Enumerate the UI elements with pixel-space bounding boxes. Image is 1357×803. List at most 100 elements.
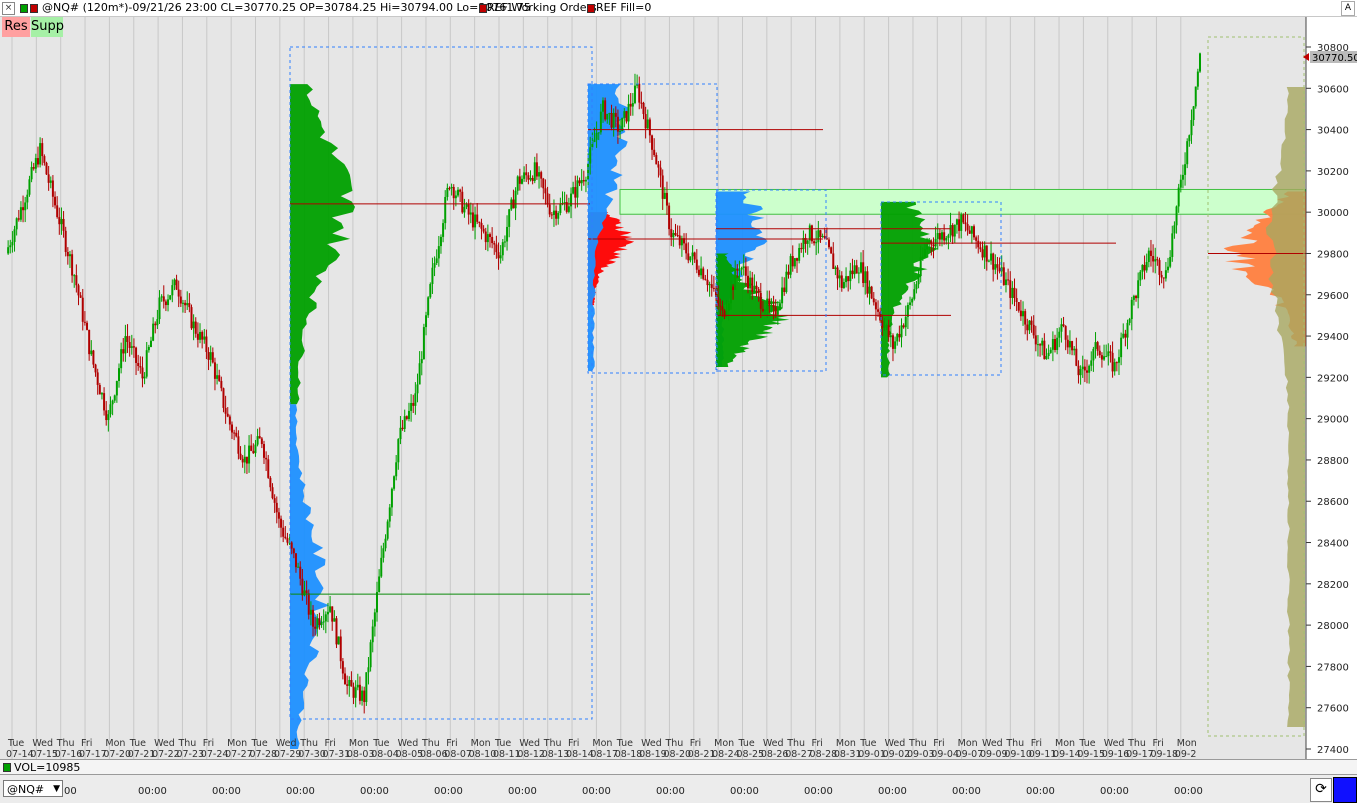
- candle-body: [1028, 320, 1031, 331]
- candle-body: [158, 297, 161, 320]
- x-day-label: Fri: [81, 738, 92, 749]
- candle-body: [527, 175, 530, 180]
- time-label: 00: [64, 786, 77, 797]
- candle-body: [1039, 344, 1042, 346]
- candle-body: [629, 103, 632, 107]
- candle-body: [766, 298, 769, 311]
- candle-body: [582, 180, 585, 182]
- candle-body: [373, 612, 376, 627]
- candle-body: [442, 223, 445, 237]
- time-label: 00:00: [434, 786, 463, 797]
- candle-body: [1071, 341, 1074, 351]
- resistance-button[interactable]: Res: [2, 17, 30, 37]
- candle-body: [753, 285, 756, 292]
- candle-body: [427, 297, 430, 316]
- candle-body: [179, 296, 182, 304]
- candle-body: [58, 217, 61, 225]
- candle-body: [738, 269, 741, 271]
- candle-body: [1011, 287, 1014, 298]
- x-day-label: Mon: [958, 738, 978, 749]
- candle-body: [224, 407, 227, 414]
- candle-body: [921, 256, 924, 258]
- refresh-icon[interactable]: ⟳: [1310, 778, 1332, 802]
- x-axis-labels: Tue Wed Thu Fri Mon Tue Wed Thu Fri Mon Tue Wed Thu F…: [6, 738, 1197, 759]
- candle-body: [917, 276, 920, 285]
- x-day-label: Thu: [786, 738, 805, 749]
- candle-body: [22, 207, 25, 211]
- candle-body: [32, 167, 35, 169]
- candle-body: [1169, 256, 1172, 267]
- candle-body: [740, 267, 743, 270]
- candle-body: [192, 321, 195, 329]
- candle-body: [322, 621, 325, 623]
- candle-body: [755, 285, 758, 290]
- candle-body: [1030, 320, 1033, 325]
- candle-body: [819, 230, 822, 237]
- chevron-down-icon[interactable]: ▼: [53, 781, 60, 798]
- candle-body: [514, 190, 517, 209]
- x-day-label: Tue: [129, 738, 146, 749]
- candle-body: [186, 303, 189, 306]
- candle-body: [904, 316, 907, 328]
- candle-body: [621, 117, 624, 131]
- candle-body: [107, 414, 110, 421]
- x-day-label: Fri: [203, 738, 214, 749]
- candle-body: [689, 256, 692, 261]
- candle-body: [34, 158, 37, 169]
- symbol-select[interactable]: @NQ# ▼: [3, 780, 63, 797]
- candle-body: [1103, 356, 1106, 360]
- candle-body: [211, 352, 214, 363]
- x-day-label: Fri: [933, 738, 944, 749]
- candle-body: [864, 271, 867, 284]
- candle-body: [1015, 298, 1018, 303]
- autoscale-button[interactable]: A: [1341, 1, 1355, 16]
- candle-body: [1149, 250, 1152, 257]
- candle-body: [1100, 355, 1103, 360]
- candle-body: [1036, 344, 1039, 346]
- candle-body: [815, 242, 818, 244]
- candle-body: [953, 224, 956, 237]
- candle-body: [614, 112, 617, 117]
- time-label: 00:00: [212, 786, 241, 797]
- y-tick-label: 28600: [1317, 497, 1349, 508]
- candle-body: [335, 618, 338, 645]
- y-tick-label: 27800: [1317, 662, 1349, 673]
- candle-body: [898, 333, 901, 338]
- candle-body: [529, 177, 532, 180]
- candle-body: [457, 189, 460, 196]
- candle-body: [657, 164, 660, 168]
- time-label: 00:00: [1174, 786, 1203, 797]
- close-icon[interactable]: ×: [2, 2, 15, 15]
- color-picker-button[interactable]: [1333, 777, 1357, 803]
- candle-body: [403, 416, 406, 429]
- candle-body: [280, 518, 283, 528]
- candle-body: [139, 366, 142, 368]
- x-day-label: Tue: [251, 738, 268, 749]
- candle-body: [911, 298, 914, 303]
- x-day-label: Mon: [714, 738, 734, 749]
- candle-body: [567, 206, 570, 212]
- candle-body: [508, 209, 511, 227]
- candle-body: [75, 275, 78, 286]
- candle-body: [262, 444, 265, 458]
- time-label: 00:00: [1100, 786, 1129, 797]
- support-button[interactable]: Supp: [31, 17, 64, 37]
- candle-body: [996, 264, 999, 268]
- candle-body: [891, 335, 894, 349]
- candle-body: [610, 113, 613, 128]
- candle-body: [284, 536, 287, 539]
- candle-body: [145, 350, 148, 377]
- x-day-label: Wed: [519, 738, 540, 749]
- candle-body: [836, 267, 839, 279]
- price-chart[interactable]: 3080030600304003020030000298002960029400…: [0, 17, 1357, 759]
- candle-body: [808, 225, 811, 241]
- candle-body: [220, 380, 223, 389]
- x-day-label: Tue: [7, 738, 24, 749]
- x-day-label: Wed: [1104, 738, 1125, 749]
- candle-body: [371, 626, 374, 643]
- candle-body: [693, 252, 696, 260]
- candle-body: [380, 557, 383, 577]
- candle-body: [1120, 337, 1123, 358]
- candle-body: [1115, 362, 1118, 364]
- candle-body: [1105, 356, 1108, 358]
